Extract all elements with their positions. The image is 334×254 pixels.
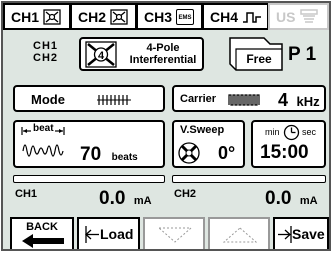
ultrasound-icon (300, 8, 319, 23)
tab-ch2-label: CH2 (78, 8, 107, 25)
ch1-intensity-label: CH1 (15, 188, 38, 200)
vector-sweep-value: 0° (218, 143, 236, 163)
ems-icon: EMS (176, 8, 195, 25)
ch1-intensity-value: 0.0 (99, 188, 126, 209)
load-label: Load (100, 226, 134, 242)
ch2-intensity-unit: mA (299, 195, 318, 207)
timer-value: 15:00 (260, 142, 309, 163)
carrier-value-group: 4 kHz (278, 90, 320, 111)
folder-label: Free (246, 52, 272, 66)
timer-sec-label: sec (302, 127, 317, 137)
back-label: BACK (26, 221, 58, 233)
ch2-intensity-label: CH2 (174, 188, 197, 200)
program-number: P 1 (288, 44, 317, 65)
load-arrow-icon (85, 226, 99, 243)
beat-value: 70 (80, 144, 102, 165)
ch1-intensity-unit: mA (133, 195, 152, 207)
carrier-value: 4 (278, 90, 289, 110)
carrier-field[interactable]: Carrier 4 kHz (172, 85, 326, 112)
beat-field[interactable]: beat 70 beats (13, 120, 165, 168)
vector-sweep-label: V.Sweep (180, 124, 225, 136)
pulse-wave-icon (243, 11, 262, 23)
tab-ch1-label: CH1 (11, 8, 40, 25)
beat-unit: beats (111, 152, 138, 163)
save-button[interactable]: Save (273, 217, 329, 249)
mode-label: Mode (31, 92, 65, 107)
ch1-intensity-bar (13, 175, 165, 183)
tab-ch3-label: CH3 (144, 8, 173, 25)
timer-header: min sec (265, 124, 321, 141)
tab-ch1[interactable]: CH1 (3, 3, 71, 30)
chevron-up-icon (223, 227, 257, 243)
beat-value-group: 70 beats (80, 144, 138, 166)
tab-ch3[interactable]: CH3 EMS (136, 3, 203, 30)
stimulator-screen: CH1 CH2 CH3 EMS CH4 US CH1 CH2 4 4-Pole … (0, 0, 334, 254)
ch1-intensity-readout: 0.0 mA (99, 188, 152, 210)
save-label: Save (292, 226, 325, 242)
back-arrow-icon (22, 234, 64, 248)
four-pole-icon: 4 (85, 41, 117, 68)
ch2-intensity-value: 0.0 (265, 188, 292, 209)
electrode-grid-icon (43, 8, 61, 25)
device-display: CH1 CH2 CH3 EMS CH4 US CH1 CH2 4 4-Pole … (1, 1, 331, 251)
vector-sweep-field[interactable]: V.Sweep 0° (172, 120, 245, 168)
beat-label: beat (32, 123, 55, 134)
mode-selector[interactable]: 4 4-Pole Interferential (79, 37, 204, 71)
clock-icon (283, 124, 300, 141)
scroll-up-button (208, 217, 270, 249)
program-channel-2: CH2 (33, 52, 59, 64)
timer-min-label: min (265, 127, 280, 137)
mode-number: 4 (98, 50, 105, 62)
ch2-intensity-readout: 0.0 mA (265, 188, 318, 210)
scroll-down-button (143, 217, 205, 249)
carrier-wave-icon (228, 94, 260, 106)
chevron-down-icon (158, 227, 192, 243)
program-channel-1: CH1 (33, 40, 59, 52)
carrier-unit: kHz (296, 94, 320, 109)
program-channels: CH1 CH2 (33, 40, 58, 64)
ch2-intensity-bar (172, 175, 326, 183)
mode-name-line1: 4-Pole (146, 42, 180, 54)
electrode-grid-icon (110, 8, 128, 25)
tab-ch2[interactable]: CH2 (70, 3, 137, 30)
vector-sweep-icon (178, 142, 200, 164)
tab-ch4-label: CH4 (210, 8, 239, 25)
memory-folder[interactable]: Free (229, 37, 283, 71)
load-button[interactable]: Load (77, 217, 140, 249)
tab-ch4[interactable]: CH4 (202, 3, 269, 30)
save-arrow-icon (278, 226, 292, 243)
mode-name: 4-Pole Interferential (123, 42, 203, 66)
tab-us: US (268, 3, 329, 30)
tab-us-label: US (276, 8, 296, 25)
carrier-label: Carrier (180, 93, 217, 105)
mode-name-line2: Interferential (129, 54, 197, 66)
constant-pulse-icon (97, 95, 131, 105)
timer-field[interactable]: min sec 15:00 (251, 120, 326, 168)
mode-field[interactable]: Mode (13, 85, 165, 112)
back-button[interactable]: BACK (10, 217, 74, 249)
